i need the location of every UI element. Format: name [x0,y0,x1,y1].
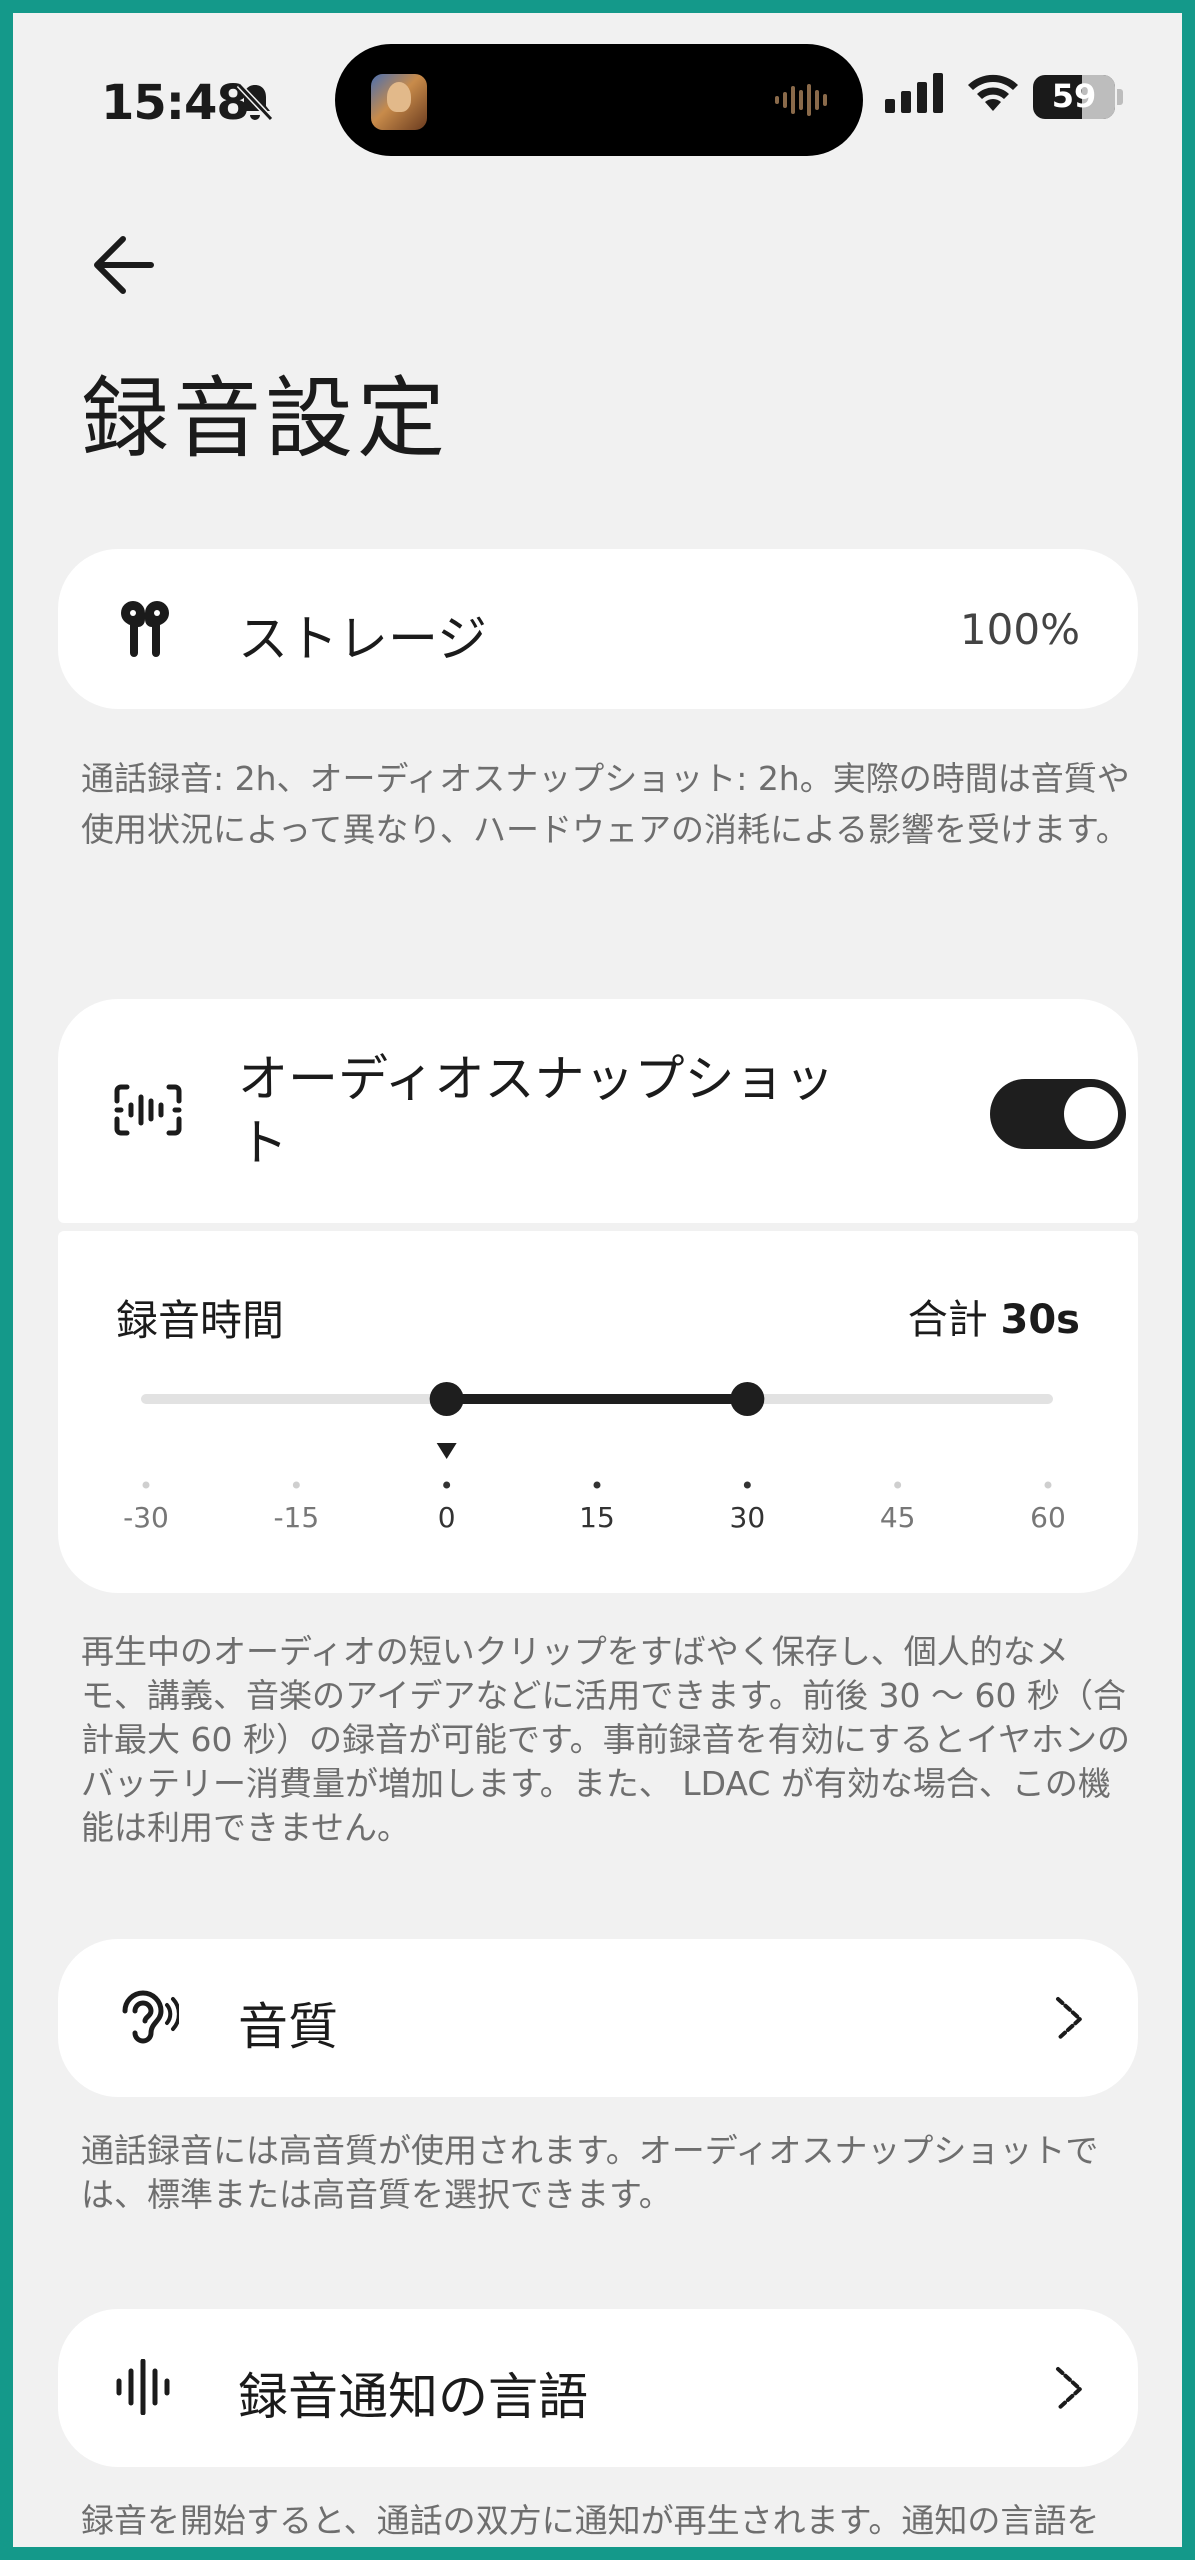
notification-language-note: 録音を開始すると、通話の双方に通知が再生されます。通知の言語を選択できます。 [81,2501,1100,2547]
notification-language-row[interactable]: 録音通知の言語 [58,2309,1138,2467]
slider-tick-dot [292,1481,300,1489]
chevron-right-icon [1056,1997,1082,2041]
waveform-icon [116,2359,170,2415]
recording-time-panel: 録音時間 合計 30s -30 -15 0 15 30 45 60 [58,1231,1138,1593]
slider-tick-dot [593,1481,601,1489]
slider-tick-label: 15 [579,1501,615,1534]
storage-value: 100% [959,605,1080,654]
slider-now-marker [436,1443,457,1459]
wifi-icon [968,74,1018,111]
audio-snapshot-note: 再生中のオーディオの短いクリップをすばやく保存し、個人的なメモ、講義、音楽のアイ… [81,1632,1131,1847]
slider-tick-dot [894,1481,902,1489]
screen: 15:48 59 録音設定 ストレージ 100% 通話録音: 2h、オーディオス… [13,13,1182,2547]
storage-row[interactable]: ストレージ 100% [58,549,1138,709]
slider-start-thumb[interactable] [429,1382,464,1416]
slider-tick-label: 0 [437,1501,456,1534]
bell-mute-icon [236,82,274,122]
slider-tick-label: 45 [879,1501,916,1534]
toggle-knob [1064,1087,1118,1141]
battery-indicator: 59 [1033,75,1115,119]
earbuds-icon [121,601,169,657]
status-time: 15:48 [101,75,250,131]
back-arrow-icon[interactable] [83,225,163,305]
slider-tick-dot [443,1481,451,1489]
page-title: 録音設定 [81,367,450,470]
audio-snapshot-row[interactable]: オーディオスナップショット [58,999,1138,1223]
slider-end-thumb[interactable] [730,1382,765,1416]
audio-snapshot-icon [114,1084,182,1136]
sound-quality-label: 音質 [238,1998,338,2056]
recording-range-slider[interactable] [58,1231,1138,1591]
sound-quality-note: 通話録音には高音質が使用されます。オーディオスナップショットでは、標準または高音… [81,2131,1099,2214]
slider-tick-dot [1044,1481,1052,1489]
ear-icon [122,1990,179,2044]
audio-level-icon [775,84,827,116]
slider-tick-label: -15 [273,1501,320,1534]
dynamic-island[interactable] [335,44,863,156]
slider-tick-dot [142,1481,150,1489]
chevron-right-icon [1056,2367,1082,2411]
audio-snapshot-toggle[interactable] [990,1079,1126,1149]
storage-label: ストレージ [238,610,487,668]
audio-snapshot-label: オーディオスナップショット [238,1050,835,1172]
slider-tick-label: -30 [123,1501,169,1534]
slider-tick-label: 60 [1030,1501,1066,1534]
slider-tick-dot [743,1481,751,1489]
slider-tick-label: 30 [729,1501,766,1534]
now-playing-artwork [371,74,427,130]
sound-quality-row[interactable]: 音質 [58,1939,1138,2097]
storage-note: 通話録音: 2h、オーディオスナップショット: 2h。実際の時間は音質や使用状況… [81,759,1130,849]
notification-language-label: 録音通知の言語 [238,2368,588,2426]
signal-icon [885,73,943,113]
